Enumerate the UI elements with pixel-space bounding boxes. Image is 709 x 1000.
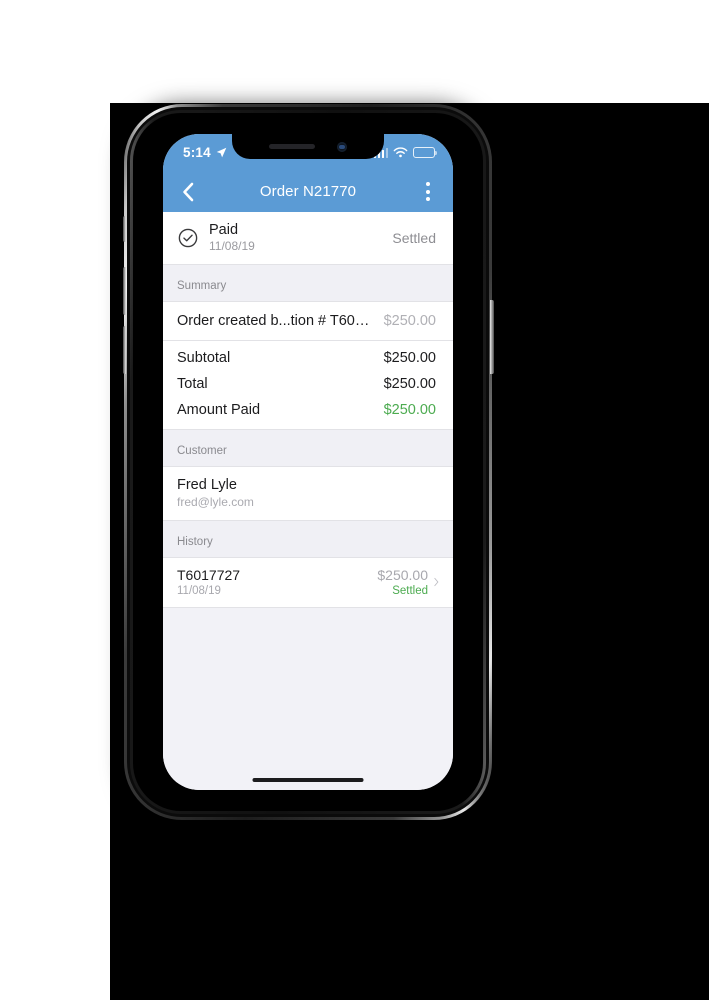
battery-low-power-icon bbox=[413, 147, 438, 158]
order-detail-content: Paid 11/08/19 Settled Summary Order crea… bbox=[163, 212, 453, 790]
order-status-row[interactable]: Paid 11/08/19 Settled bbox=[163, 212, 453, 264]
summary-subtotal-row: Subtotal $250.00 bbox=[163, 345, 453, 371]
summary-amount-paid-row: Amount Paid $250.00 bbox=[163, 397, 453, 423]
summary-line-item-description: Order created b...tion # T6017727 bbox=[177, 313, 384, 329]
status-bar-time-group: 5:14 bbox=[183, 145, 227, 160]
chevron-right-icon bbox=[434, 577, 439, 587]
front-camera-icon bbox=[337, 141, 347, 152]
back-button[interactable] bbox=[175, 179, 201, 205]
earpiece-speaker-icon bbox=[269, 144, 315, 149]
navigation-bar: Order N21770 bbox=[163, 171, 453, 212]
power-button[interactable] bbox=[490, 300, 494, 374]
summary-amount-paid-label: Amount Paid bbox=[177, 402, 261, 418]
order-status-texts: Paid 11/08/19 bbox=[209, 222, 255, 253]
section-header-summary: Summary bbox=[163, 265, 453, 301]
summary-totals: Subtotal $250.00 Total $250.00 Amount Pa… bbox=[163, 341, 453, 429]
phone-screen: 5:14 Order N21770 Paid 11/08/19 Settled … bbox=[163, 134, 453, 790]
volume-up-button[interactable] bbox=[122, 267, 126, 315]
device-notch bbox=[232, 134, 384, 159]
history-item-texts: T6017727 11/08/19 bbox=[177, 567, 240, 597]
customer-row[interactable]: Fred Lyle fred@lyle.com bbox=[163, 467, 453, 520]
check-circle-icon bbox=[178, 228, 198, 247]
phone-device: 5:14 Order N21770 Paid 11/08/19 Settled … bbox=[122, 104, 494, 820]
volume-down-button[interactable] bbox=[122, 326, 126, 374]
summary-total-row: Total $250.00 bbox=[163, 371, 453, 397]
divider bbox=[163, 607, 453, 608]
summary-line-item-row[interactable]: Order created b...tion # T6017727 $250.0… bbox=[163, 302, 453, 340]
status-bar-time: 5:14 bbox=[183, 145, 211, 160]
mute-switch[interactable] bbox=[122, 216, 126, 242]
summary-amount-paid-amount: $250.00 bbox=[383, 402, 436, 418]
home-indicator[interactable] bbox=[252, 778, 364, 782]
page-title: Order N21770 bbox=[259, 183, 357, 200]
wifi-icon bbox=[393, 147, 408, 158]
summary-subtotal-amount: $250.00 bbox=[383, 350, 436, 366]
customer-name: Fred Lyle bbox=[177, 477, 237, 493]
summary-total-amount: $250.00 bbox=[383, 376, 436, 392]
chevron-left-icon bbox=[183, 182, 194, 201]
summary-subtotal-label: Subtotal bbox=[177, 350, 231, 366]
order-status-label: Paid bbox=[209, 222, 239, 238]
location-arrow-icon bbox=[216, 147, 227, 158]
history-item-date: 11/08/19 bbox=[177, 585, 221, 597]
order-status-badge: Settled bbox=[392, 229, 436, 246]
history-item-id: T6017727 bbox=[177, 567, 241, 583]
summary-total-label: Total bbox=[177, 376, 208, 392]
history-item-values: $250.00 Settled bbox=[377, 567, 428, 597]
section-header-history: History bbox=[163, 521, 453, 557]
history-item-amount: $250.00 bbox=[377, 567, 428, 583]
status-bar-indicators bbox=[373, 147, 438, 158]
section-header-customer: Customer bbox=[163, 430, 453, 466]
order-status-date: 11/08/19 bbox=[209, 239, 255, 253]
history-list-item[interactable]: T6017727 11/08/19 $250.00 Settled bbox=[163, 558, 453, 607]
customer-email: fred@lyle.com bbox=[177, 495, 254, 509]
summary-line-item-amount: $250.00 bbox=[383, 313, 436, 329]
overflow-menu-icon[interactable] bbox=[417, 179, 439, 205]
history-item-status: Settled bbox=[392, 585, 428, 597]
